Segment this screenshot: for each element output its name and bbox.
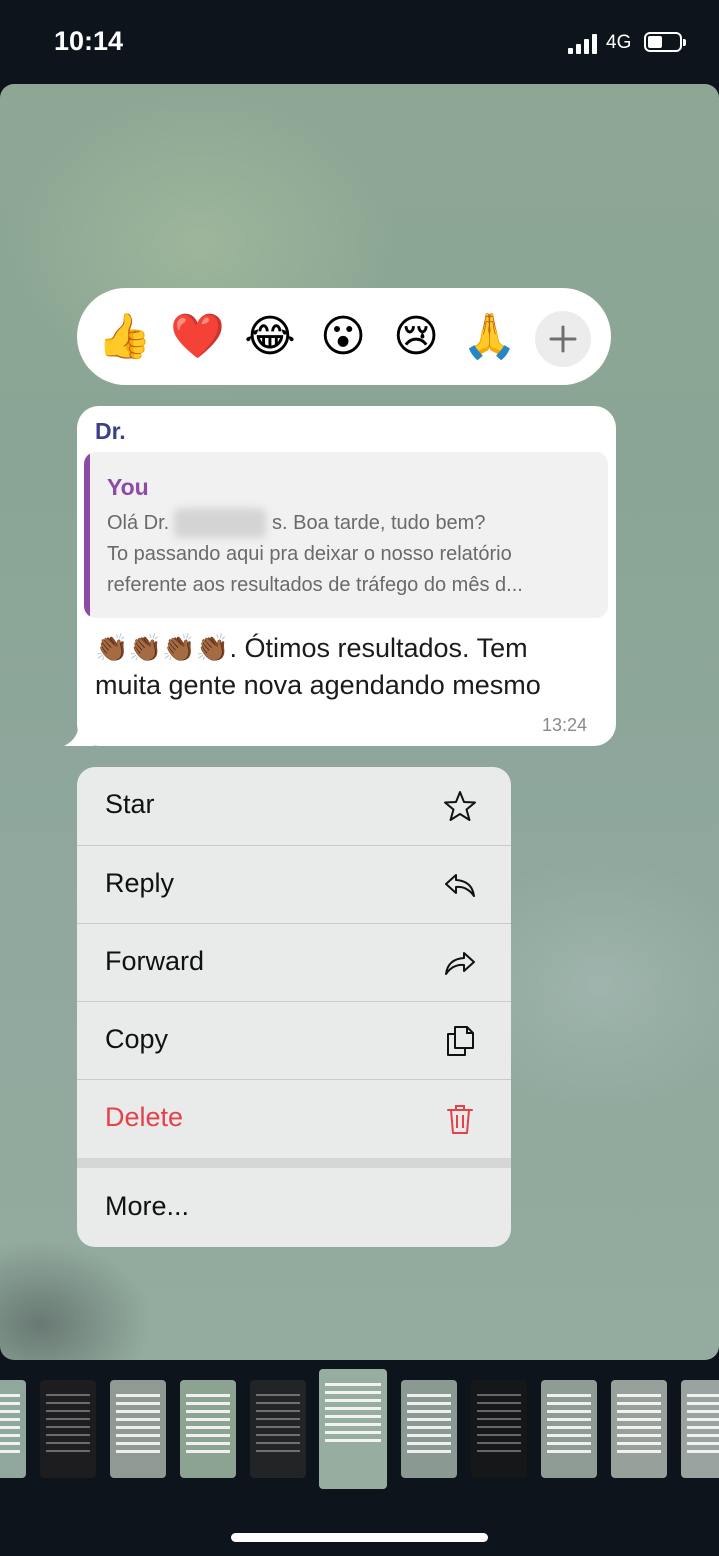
quote-accent-bar	[84, 452, 90, 618]
quote-line-3: referente aos resultados de tráfego do m…	[107, 574, 523, 596]
menu-item-more[interactable]: More...	[77, 1169, 511, 1247]
thumbnail[interactable]	[681, 1380, 719, 1478]
thumbnail[interactable]	[611, 1380, 667, 1478]
thumbnail[interactable]	[250, 1380, 306, 1478]
status-bar: 10:14 4G	[0, 0, 719, 84]
context-menu: Star Reply Forward Copy Delete More...	[77, 767, 511, 1247]
redacted-name	[174, 508, 266, 538]
thumbnail-strip	[0, 1366, 719, 1496]
quote-line-2: To passando aqui pra deixar o nosso rela…	[107, 543, 512, 565]
message-time: 13:24	[542, 715, 588, 735]
reaction-cry[interactable]: 😢	[389, 310, 443, 364]
thumbnail[interactable]	[401, 1380, 457, 1478]
reaction-pray[interactable]: 🙏	[462, 310, 517, 364]
menu-item-reply[interactable]: Reply	[77, 846, 511, 924]
reaction-thumbs-up[interactable]: 👍	[97, 310, 152, 364]
add-reaction-button[interactable]	[535, 311, 591, 367]
network-type: 4G	[606, 32, 632, 53]
star-icon	[444, 791, 476, 821]
plus-icon	[549, 325, 577, 353]
reaction-surprised[interactable]: 😮	[316, 310, 370, 364]
trash-icon	[447, 1105, 473, 1134]
sender-name: Dr.	[95, 418, 126, 444]
reaction-laugh[interactable]: 😂	[243, 310, 297, 364]
quote-author: You	[107, 474, 149, 500]
menu-label-forward: Forward	[105, 946, 205, 976]
menu-label-star: Star	[105, 789, 155, 819]
menu-label-copy: Copy	[105, 1024, 169, 1054]
battery-icon	[644, 32, 686, 52]
thumbnail[interactable]	[471, 1380, 527, 1478]
menu-item-star[interactable]: Star	[77, 767, 511, 845]
thumbnail[interactable]	[541, 1380, 597, 1478]
message-text-line-2: muita gente nova agendando mesmo	[95, 670, 541, 700]
menu-item-forward[interactable]: Forward	[77, 924, 511, 1002]
thumbnail[interactable]	[180, 1380, 236, 1478]
reply-icon	[445, 874, 475, 897]
quote-line-1a: Olá Dr.	[107, 512, 170, 534]
signal-icon	[568, 34, 598, 54]
thumbnail-active[interactable]	[319, 1369, 387, 1489]
menu-label-delete: Delete	[105, 1102, 184, 1132]
home-indicator[interactable]	[231, 1533, 488, 1542]
thumbnail[interactable]	[40, 1380, 96, 1478]
menu-label-reply: Reply	[105, 868, 175, 898]
menu-item-copy[interactable]: Copy	[77, 1002, 511, 1080]
copy-icon	[447, 1026, 474, 1056]
thumbnail[interactable]	[0, 1380, 26, 1478]
forward-icon	[445, 952, 475, 975]
menu-group-separator	[77, 1158, 511, 1168]
message-text-line-1: 👏🏾👏🏾👏🏾👏🏾. Ótimos resultados. Tem	[95, 633, 528, 663]
menu-item-delete[interactable]: Delete	[77, 1080, 511, 1158]
status-time: 10:14	[54, 26, 124, 56]
menu-label-more: More...	[105, 1191, 190, 1221]
quote-line-1b: s. Boa tarde, tudo bem?	[272, 512, 486, 534]
thumbnail[interactable]	[110, 1380, 166, 1478]
reaction-heart[interactable]: ❤️	[170, 310, 225, 364]
